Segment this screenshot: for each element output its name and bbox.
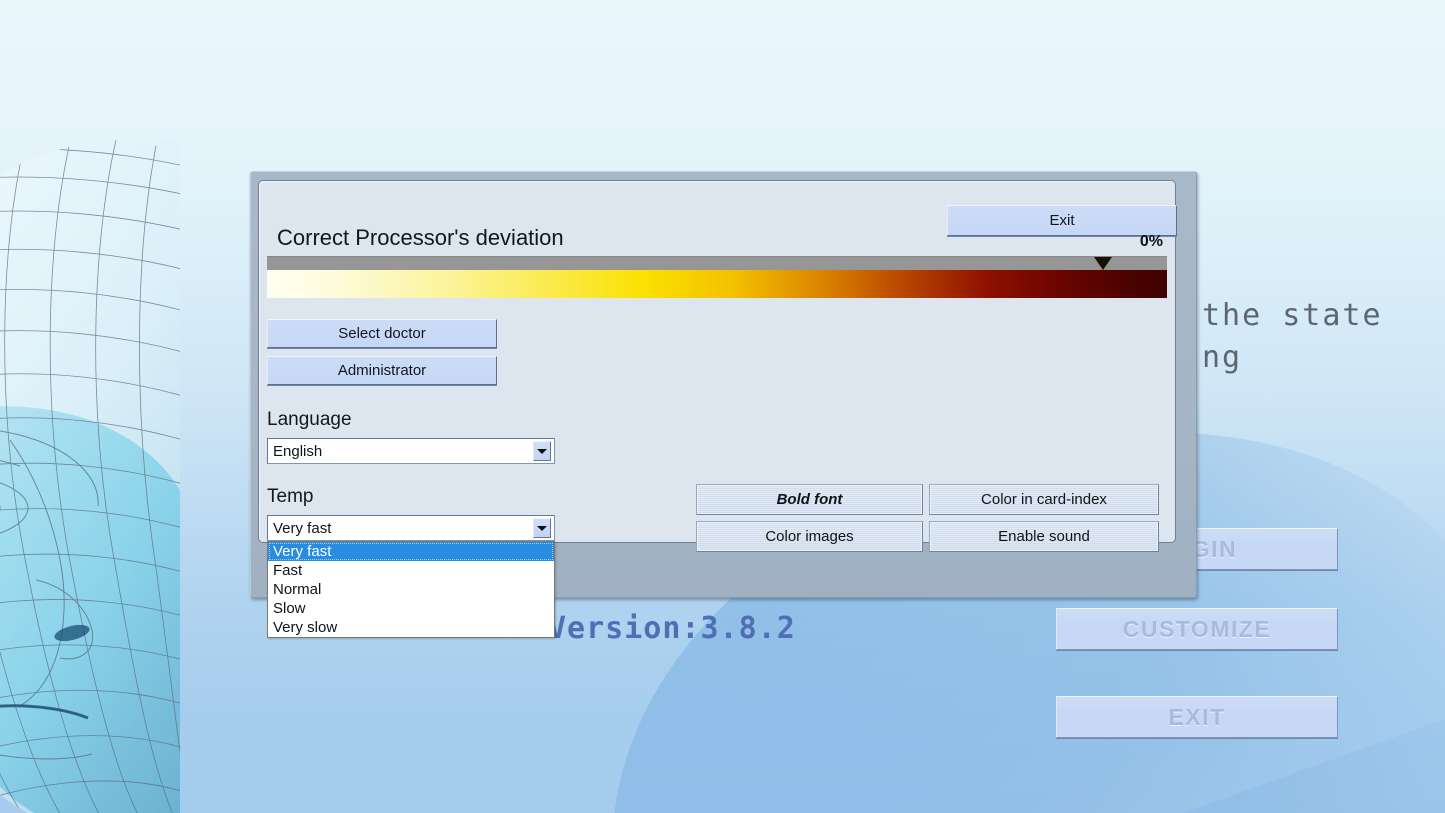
administrator-button-label: Administrator — [337, 362, 427, 379]
language-combobox[interactable]: English — [267, 438, 555, 464]
app-screen: the state ng LOGIN CUSTOMIZE EXIT Versio… — [0, 0, 1445, 813]
customize-button-label: CUSTOMIZE — [1122, 615, 1272, 642]
enable-sound-toggle[interactable]: Enable sound — [929, 521, 1159, 552]
list-item[interactable]: Fast — [268, 561, 554, 580]
exit-button-background[interactable]: EXIT — [1056, 696, 1338, 738]
administrator-button[interactable]: Administrator — [267, 356, 497, 385]
chevron-down-icon[interactable] — [533, 441, 551, 461]
customize-button[interactable]: CUSTOMIZE — [1056, 608, 1338, 650]
language-combobox-value: English — [273, 442, 323, 460]
bold-font-toggle[interactable]: Bold font — [696, 484, 923, 515]
deviation-gradient-bar — [267, 270, 1167, 298]
color-in-card-index-toggle[interactable]: Color in card-index — [929, 484, 1159, 515]
temp-dropdown-list[interactable]: Very fast Fast Normal Slow Very slow — [267, 541, 555, 638]
dialog-exit-button[interactable]: Exit — [947, 205, 1177, 236]
version-label: Version:3.8.2 — [548, 611, 796, 646]
enable-sound-toggle-label: Enable sound — [998, 528, 1090, 545]
chevron-down-icon[interactable] — [533, 518, 551, 538]
dialog-exit-button-label: Exit — [1049, 212, 1075, 229]
list-item[interactable]: Normal — [268, 580, 554, 599]
background-text-ng: ng — [1202, 340, 1243, 375]
color-images-toggle[interactable]: Color images — [696, 521, 923, 552]
list-item[interactable]: Very fast — [268, 542, 554, 561]
background-text-the-state: the state — [1202, 298, 1383, 333]
select-doctor-button[interactable]: Select doctor — [267, 319, 497, 348]
language-label: Language — [267, 409, 352, 430]
deviation-slider-track[interactable] — [267, 256, 1167, 271]
temp-label: Temp — [267, 486, 314, 507]
temp-combobox[interactable]: Very fast — [267, 515, 555, 541]
deviation-slider-thumb[interactable] — [1094, 257, 1112, 270]
color-images-toggle-label: Color images — [765, 528, 854, 545]
list-item[interactable]: Very slow — [268, 618, 554, 637]
list-item[interactable]: Slow — [268, 599, 554, 618]
dialog-title: Correct Processor's deviation — [277, 225, 564, 250]
temp-combobox-value: Very fast — [273, 519, 332, 537]
color-in-card-index-toggle-label: Color in card-index — [981, 491, 1107, 508]
select-doctor-button-label: Select doctor — [338, 325, 426, 342]
exit-button-background-label: EXIT — [1168, 703, 1226, 730]
settings-dialog: Correct Processor's deviation Exit 0% Se… — [250, 171, 1197, 638]
bold-font-toggle-label: Bold font — [776, 491, 843, 508]
progress-percent-label: 0% — [1139, 233, 1163, 250]
settings-dialog-body: Correct Processor's deviation Exit 0% Se… — [258, 180, 1177, 638]
